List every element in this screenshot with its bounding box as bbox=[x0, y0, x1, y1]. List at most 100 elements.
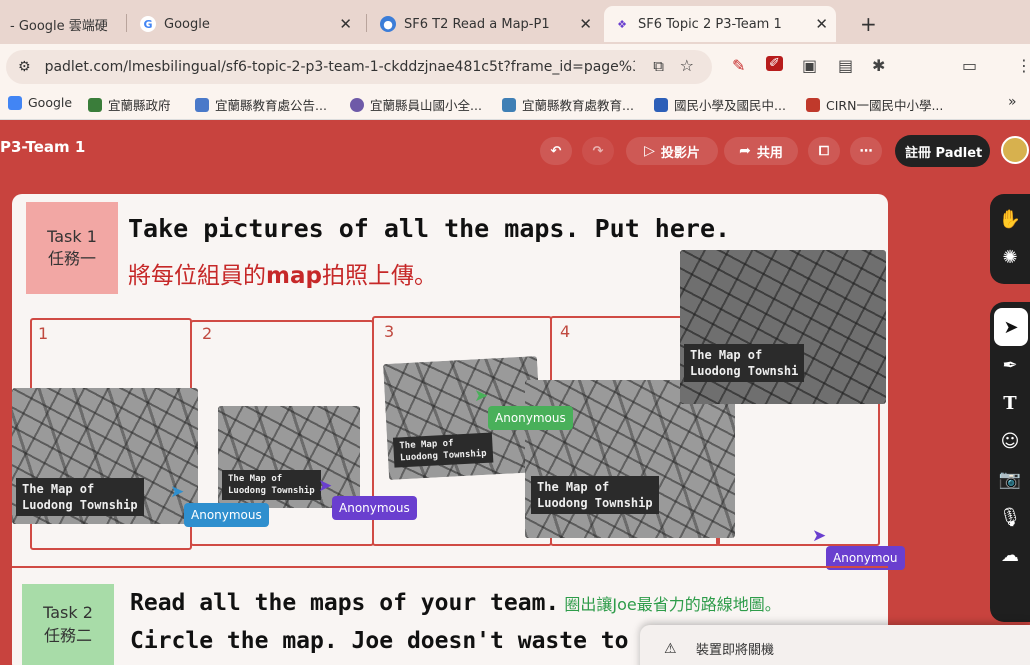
share-label: 共用 bbox=[756, 145, 783, 161]
site-settings-icon[interactable]: ⚙ bbox=[18, 59, 31, 75]
remake-button[interactable]: ⧠ bbox=[808, 137, 840, 165]
collaborator-tag: Anonymous bbox=[488, 406, 573, 430]
map-title-line1: The Map of bbox=[228, 474, 283, 484]
sticker-icon[interactable]: ☺ bbox=[990, 422, 1030, 460]
undo-icon: ↶ bbox=[550, 143, 562, 159]
grid-cell-5[interactable] bbox=[716, 400, 880, 546]
task2-instruction-line2: Circle the map. Joe doesn't waste to bbox=[130, 628, 629, 654]
map-photo-title: The Map of Luodong Township bbox=[392, 432, 494, 468]
cast-icon[interactable]: ▭ bbox=[962, 56, 977, 75]
share-arrow-icon: ➦ bbox=[739, 143, 751, 159]
padlet-favicon-icon: ❖ bbox=[617, 17, 627, 31]
undo-button[interactable]: ↶ bbox=[540, 137, 572, 165]
tab-title: Google bbox=[164, 16, 210, 32]
task2-instruction-line1: Read all the maps of your team. 圈出讓Joe最省… bbox=[130, 590, 781, 616]
bookmark-star-icon[interactable]: ☆ bbox=[680, 56, 694, 75]
bookmark-edu-announce[interactable]: 宜蘭縣教育處公告... bbox=[195, 95, 327, 114]
bookmark-google[interactable]: Google bbox=[8, 95, 72, 110]
notification-text: 裝置即將關機 bbox=[696, 643, 775, 658]
play-icon: ▷ bbox=[644, 143, 655, 159]
text-tool-icon[interactable]: T bbox=[990, 384, 1030, 422]
map-title-line2: Luodong Township bbox=[228, 486, 315, 497]
share-button[interactable]: ➦ 共用 bbox=[724, 137, 798, 165]
bookmark-label: 宜蘭縣教育處公告... bbox=[215, 98, 327, 113]
cell-number: 4 bbox=[560, 322, 571, 341]
cirn-logo-icon bbox=[806, 97, 820, 112]
padlet-title: P3-Team 1 bbox=[0, 138, 86, 156]
bookmark-edu-dept[interactable]: 宜蘭縣教育處教育... bbox=[502, 95, 634, 114]
tab-padlet-active[interactable]: ❖ SF6 Topic 2 P3-Team 1 ✕ bbox=[604, 6, 836, 42]
map-photo[interactable]: The Map of Luodong Townshi bbox=[680, 250, 886, 404]
bookmarks-bar: Google 宜蘭縣政府 宜蘭縣教育處公告... 宜蘭縣員山國小全... 宜蘭縣… bbox=[0, 88, 1030, 120]
chat-extension-icon[interactable]: ▤ bbox=[838, 56, 853, 75]
globe-icon: ● bbox=[380, 16, 396, 32]
bookmark-yuanshan-school[interactable]: 宜蘭縣員山國小全... bbox=[350, 95, 482, 114]
task1-sticky-note[interactable]: Task 1 任務一 bbox=[26, 202, 118, 294]
register-label: 註冊 Padlet bbox=[905, 145, 983, 161]
map-photo-title: The Map of Luodong Township bbox=[531, 476, 659, 515]
map-photo-title: The Map of Luodong Townshi bbox=[684, 344, 805, 383]
map-photo[interactable]: The Map of Luodong Township bbox=[12, 388, 198, 524]
install-app-icon[interactable]: ⧉ bbox=[653, 57, 664, 75]
select-cursor-icon[interactable]: ➤ bbox=[994, 308, 1028, 346]
tab-title: SF6 T2 Read a Map-P1 bbox=[404, 16, 550, 32]
microphone-icon[interactable]: 🎙 bbox=[990, 498, 1030, 536]
remote-cursor-icon: ➤ bbox=[812, 526, 827, 546]
task2-instruction-zh: 圈出讓Joe最省力的路線地圖。 bbox=[564, 595, 781, 614]
close-tab-icon[interactable]: ✕ bbox=[815, 15, 828, 33]
tab-google-drive[interactable]: - Google 雲端硬 bbox=[0, 6, 120, 42]
more-bookmarks-icon[interactable]: » bbox=[1008, 94, 1017, 110]
url-text: padlet.com/lmesbilingual/sf6-topic-2-p3-… bbox=[44, 59, 635, 75]
bookmark-cirn[interactable]: CIRN一國民中小學... bbox=[806, 95, 943, 114]
tab-google[interactable]: G Google ✕ bbox=[130, 6, 360, 42]
bookmark-label: 宜蘭縣教育處教育... bbox=[522, 98, 634, 113]
close-tab-icon[interactable]: ✕ bbox=[339, 15, 352, 33]
address-bar[interactable]: ⚙ padlet.com/lmesbilingual/sf6-topic-2-p… bbox=[6, 50, 712, 84]
screen-capture-icon[interactable]: ▣ bbox=[802, 56, 817, 75]
bookmark-label: 宜蘭縣員山國小全... bbox=[370, 98, 482, 113]
bookmark-label: CIRN一國民中小學... bbox=[826, 98, 944, 113]
extensions-icon[interactable]: ✱ bbox=[872, 56, 885, 75]
task1-instruction-en: Take pictures of all the maps. Put here. bbox=[128, 214, 731, 243]
task2-sticky-note[interactable]: Task 2 任務二 bbox=[22, 584, 114, 665]
redo-button[interactable]: ↷ bbox=[582, 137, 614, 165]
megaphone-icon bbox=[195, 97, 209, 112]
slideshow-button[interactable]: ▷ 投影片 bbox=[626, 137, 718, 165]
register-padlet-button[interactable]: 註冊 Padlet bbox=[895, 135, 990, 167]
hand-pan-icon[interactable]: ✋ bbox=[990, 200, 1030, 238]
map-title-line1: The Map of bbox=[690, 348, 763, 362]
tab-read-a-map[interactable]: ● SF6 T2 Read a Map-P1 ✕ bbox=[370, 6, 600, 42]
remote-cursor-icon: ➤ bbox=[170, 482, 185, 502]
magic-wand-icon[interactable]: ✺ bbox=[990, 238, 1030, 276]
more-menu-icon[interactable]: ⋮ bbox=[1016, 56, 1030, 75]
more-options-button[interactable]: ⋯ bbox=[850, 137, 882, 165]
new-tab-button[interactable]: + bbox=[850, 6, 890, 42]
pen-extension-icon[interactable]: ✎ bbox=[732, 56, 745, 75]
task2-label-en: Task 2 bbox=[43, 603, 93, 623]
bookmark-elementary-junior[interactable]: 國民小學及國民中... bbox=[654, 95, 786, 114]
drawing-pen-icon[interactable]: ✒ bbox=[990, 346, 1030, 384]
map-title-line1: The Map of bbox=[537, 480, 610, 494]
tc-logo-icon bbox=[654, 97, 668, 112]
drawing-extension-icon[interactable]: ✐ bbox=[766, 56, 783, 71]
shutdown-notification[interactable]: ⚠ 裝置即將關機 bbox=[640, 625, 1030, 665]
redo-icon: ↷ bbox=[592, 143, 604, 159]
bookmark-label: 宜蘭縣政府 bbox=[108, 98, 171, 113]
close-tab-icon[interactable]: ✕ bbox=[579, 15, 592, 33]
map-photo[interactable]: The Map of Luodong Township bbox=[218, 406, 360, 508]
bookmark-yilan-county[interactable]: 宜蘭縣政府 bbox=[88, 95, 171, 114]
collaborator-tag: Anonymous bbox=[184, 503, 269, 527]
edu-dept-icon bbox=[502, 97, 516, 112]
school-emblem-icon bbox=[350, 97, 364, 112]
task1-zh-part2: 拍照上傳。 bbox=[321, 263, 437, 289]
bookmark-label: 國民小學及國民中... bbox=[674, 98, 786, 113]
rail-top-group: ✋ ✺ bbox=[990, 194, 1030, 284]
remote-cursor-icon: ➤ bbox=[474, 386, 489, 406]
task1-label-zh: 任務一 bbox=[47, 249, 96, 268]
avatar[interactable] bbox=[1001, 136, 1029, 164]
map-photo-title: The Map of Luodong Township bbox=[16, 478, 144, 517]
cloud-upload-icon[interactable]: ☁ bbox=[990, 536, 1030, 574]
camera-icon[interactable]: 📷 bbox=[990, 460, 1030, 498]
map-title-line2: Luodong Township bbox=[22, 498, 138, 513]
map-photo-title: The Map of Luodong Township bbox=[222, 470, 321, 501]
